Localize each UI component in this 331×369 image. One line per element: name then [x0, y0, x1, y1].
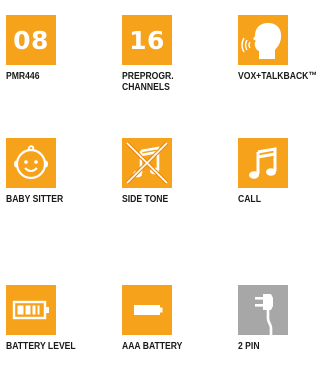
call-caption: CALL	[238, 194, 320, 205]
pmr446-tile: 08	[6, 15, 56, 65]
baby-face-icon	[14, 145, 48, 180]
vox-caption: VOX+TALKBACK™	[238, 71, 320, 82]
2pin-tile	[238, 285, 288, 335]
battery-icon	[134, 305, 163, 315]
feature-pmr446: 08 PMR446	[6, 15, 106, 82]
feature-side-tone: SIDE TONE	[122, 138, 222, 205]
battery-level-tile	[6, 285, 56, 335]
battery-level-caption-line: BATTERY LEVEL	[6, 340, 76, 352]
2pin-caption-line: 2 PIN	[238, 340, 260, 352]
call-caption-line: CALL	[238, 193, 261, 205]
muted-note-icon	[125, 141, 169, 185]
baby-sitter-caption-line: BABY SITTER	[6, 193, 64, 205]
feature-call: CALL	[238, 138, 331, 205]
battery-level-icon	[12, 300, 49, 320]
pmr446-caption-line: PMR446	[6, 70, 40, 82]
baby-sitter-caption: BABY SITTER	[6, 194, 88, 205]
vox-tile	[238, 15, 288, 65]
plug-icon	[255, 294, 273, 335]
side-tone-tile	[122, 138, 172, 188]
channels-caption-line-2: CHANNELS	[122, 81, 170, 93]
pmr446-caption: PMR446	[6, 71, 88, 82]
call-tile	[238, 138, 288, 188]
aaa-battery-caption: AAA BATTERY	[122, 341, 204, 352]
baby-sitter-tile	[6, 138, 56, 188]
battery-level-caption: BATTERY LEVEL	[6, 341, 88, 352]
pmr446-number: 08	[13, 25, 49, 55]
feature-aaa-battery: AAA BATTERY	[122, 285, 222, 352]
feature-2pin: 2 PIN	[238, 285, 331, 352]
side-tone-caption-line: SIDE TONE	[122, 193, 169, 205]
channels-tile: 16	[122, 15, 172, 65]
speaking-head-icon	[241, 23, 282, 59]
feature-channels: 16 PREPROGR. CHANNELS	[122, 15, 222, 93]
vox-caption-line: VOX+TALKBACK™	[238, 70, 318, 82]
music-note-icon	[249, 147, 277, 179]
aaa-battery-tile	[122, 285, 172, 335]
feature-baby-sitter: BABY SITTER	[6, 138, 106, 205]
feature-vox: VOX+TALKBACK™	[238, 15, 331, 82]
channels-caption: PREPROGR. CHANNELS	[122, 71, 204, 93]
side-tone-caption: SIDE TONE	[122, 194, 204, 205]
aaa-battery-caption-line: AAA BATTERY	[122, 340, 183, 352]
feature-battery-level: BATTERY LEVEL	[6, 285, 106, 352]
channels-number: 16	[129, 25, 165, 55]
2pin-caption: 2 PIN	[238, 341, 320, 352]
